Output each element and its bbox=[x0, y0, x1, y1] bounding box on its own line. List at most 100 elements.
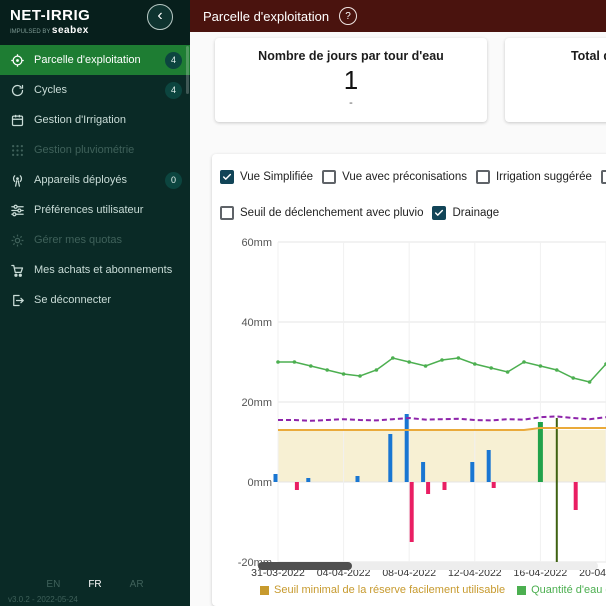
sidebar-item-label: Préférences utilisateur bbox=[34, 204, 144, 216]
language-fr[interactable]: FR bbox=[88, 579, 101, 590]
bar-barres-bleues bbox=[470, 462, 475, 482]
filter-row-2: Seuil de déclenchement avec pluvio Draina… bbox=[220, 204, 606, 222]
sidebar-item-label: Mes achats et abonnements bbox=[34, 264, 173, 276]
line-marker bbox=[571, 376, 575, 380]
antenna-icon bbox=[10, 173, 25, 188]
bar-barres-roses bbox=[294, 482, 299, 490]
checkbox-irrigation-suggeree[interactable]: Irrigation suggérée bbox=[475, 170, 592, 184]
bar-barres-bleues bbox=[404, 414, 409, 482]
bar-barre-verte bbox=[537, 422, 543, 482]
gear-icon bbox=[10, 233, 25, 248]
checkbox-box[interactable] bbox=[600, 170, 606, 184]
checkbox-vue-avec-preconisations[interactable]: Vue avec préconisations bbox=[322, 170, 467, 184]
checkbox-label: Irrigation suggérée bbox=[495, 171, 592, 183]
y-tick-label: 60mm bbox=[241, 238, 272, 249]
legend-swatch bbox=[517, 585, 527, 595]
app-version: v3.0.2 - 2022-05-24 bbox=[8, 595, 78, 604]
item-count-badge: 0 bbox=[165, 171, 182, 189]
line-marker bbox=[456, 356, 461, 360]
line-marker bbox=[341, 372, 346, 376]
line-marker bbox=[489, 366, 494, 370]
chart-panel: Vue Simplifiée Vue avec préconisations Irr… bbox=[212, 154, 606, 606]
y-tick-label: 40mm bbox=[241, 317, 272, 329]
sidebar-menu: Parcelle d'exploitation 4 Cycles 4 Gestion d… bbox=[0, 45, 190, 315]
grid-icon bbox=[10, 143, 25, 158]
line-marker bbox=[555, 368, 559, 372]
line-marker bbox=[309, 364, 313, 368]
chart-scrollbar[interactable] bbox=[258, 562, 598, 570]
line-marker bbox=[407, 360, 411, 364]
bar-barres-roses bbox=[442, 482, 447, 490]
y-tick-label: 20mm bbox=[241, 397, 272, 409]
sidebar-item-gerer-mes-quotas[interactable]: Gérer mes quotas bbox=[0, 225, 190, 255]
bar-barres-roses bbox=[426, 482, 431, 494]
sidebar-item-se-deconnecter[interactable]: Se déconnecter bbox=[0, 285, 190, 315]
checkbox-box[interactable] bbox=[220, 206, 234, 220]
page-title: Parcelle d'exploitation bbox=[203, 8, 330, 24]
sidebar-item-label: Cycles bbox=[34, 84, 68, 96]
chart-scrollbar-thumb[interactable] bbox=[258, 562, 352, 570]
sidebar-scrollbar[interactable] bbox=[186, 46, 189, 94]
help-icon[interactable]: ? bbox=[339, 7, 358, 25]
checkbox-evapotranspiration[interactable]: Évapotranspiration bbox=[600, 170, 606, 184]
checkbox-box[interactable] bbox=[475, 170, 490, 184]
checkbox-label: Seuil de déclenchement avec pluvio bbox=[240, 207, 424, 219]
sidebar-item-gestion-pluviometrie[interactable]: Gestion pluviométrie bbox=[0, 135, 190, 165]
stat-card-total-des-precipitations: Total des Précipitations 80.0- bbox=[505, 38, 606, 122]
checkbox-label: Vue avec préconisations bbox=[342, 171, 467, 183]
sidebar: NET-IRRIG IMPULSED BY seabex ‹ Parcelle … bbox=[0, 0, 190, 606]
checkbox-vue-simplifiee[interactable]: Vue Simplifiée bbox=[220, 170, 313, 184]
checkbox-label: Drainage bbox=[452, 207, 500, 219]
brand-tagline-prefix: IMPULSED BY bbox=[10, 29, 51, 35]
cart-icon bbox=[10, 263, 25, 278]
legend-swatch bbox=[260, 585, 269, 595]
checkbox-box[interactable] bbox=[432, 206, 447, 220]
line-marker bbox=[522, 360, 526, 364]
checkbox-label: Vue Simplifiée bbox=[240, 171, 314, 183]
line-marker bbox=[538, 364, 543, 368]
sidebar-item-label: Gérer mes quotas bbox=[34, 234, 123, 246]
line-marker bbox=[440, 358, 444, 362]
sidebar-collapse-button[interactable]: ‹ bbox=[147, 4, 173, 30]
line-marker bbox=[358, 374, 362, 378]
y-tick-label: 0mm bbox=[248, 477, 272, 489]
stat-cards: Nombre de jours par tour d'eau1-Total de… bbox=[215, 38, 606, 122]
calendar-icon bbox=[10, 113, 25, 128]
card-sub: - bbox=[349, 97, 353, 109]
brand-tagline-seabex: seabex bbox=[51, 25, 89, 36]
main-header: Parcelle d'exploitation ? bbox=[190, 0, 606, 32]
app-window: NET-IRRIG IMPULSED BY seabex ‹ Parcelle … bbox=[0, 0, 606, 606]
logout-icon bbox=[10, 293, 25, 308]
sidebar-brand: NET-IRRIG IMPULSED BY seabex ‹ bbox=[0, 0, 190, 45]
checkbox-drainage[interactable]: Drainage bbox=[432, 206, 499, 220]
stat-card-nombre-de-jours-par-tour-d-eau: Nombre de jours par tour d'eau 1 - bbox=[215, 38, 487, 122]
bar-barres-bleues bbox=[355, 476, 360, 482]
target-icon bbox=[10, 53, 25, 68]
checkbox-box[interactable] bbox=[220, 170, 234, 184]
sidebar-item-appareils-deployes[interactable]: Appareils déployés 0 bbox=[0, 165, 190, 195]
line-marker bbox=[374, 368, 379, 372]
sidebar-item-gestion-d-irrigation[interactable]: Gestion d'Irrigation bbox=[0, 105, 190, 135]
sidebar-item-parcelle-d-exploitation[interactable]: Parcelle d'exploitation 4 bbox=[0, 45, 190, 75]
sidebar-item-mes-achats-et-abonnements[interactable]: Mes achats et abonnements bbox=[0, 255, 190, 285]
checkbox-seuil-de-declenchement-avec-pluvio[interactable]: Seuil de déclenchement avec pluvio bbox=[220, 206, 423, 220]
sidebar-item-label: Se déconnecter bbox=[34, 294, 112, 306]
sidebar-item-preferences-utilisateur[interactable]: Préférences utilisateur bbox=[0, 195, 190, 225]
checkbox-box[interactable] bbox=[322, 170, 337, 184]
line-marker bbox=[473, 362, 477, 366]
line-marker bbox=[391, 356, 395, 360]
sidebar-item-cycles[interactable]: Cycles 4 bbox=[0, 75, 190, 105]
sidebar-item-label: Appareils déployés bbox=[34, 174, 127, 186]
bar-barres-roses bbox=[573, 482, 578, 510]
language-ar[interactable]: AR bbox=[130, 579, 144, 590]
sidebar-item-label: Gestion d'Irrigation bbox=[34, 114, 126, 126]
sliders-icon bbox=[10, 203, 25, 218]
item-count-badge: 4 bbox=[165, 81, 182, 99]
language-en[interactable]: EN bbox=[46, 579, 60, 590]
chevron-left-icon: ‹ bbox=[157, 7, 163, 24]
sidebar-item-label: Gestion pluviométrie bbox=[34, 144, 135, 156]
line-marker bbox=[292, 360, 297, 364]
card-sub: - bbox=[505, 97, 606, 109]
bar-barres-bleues bbox=[388, 434, 393, 482]
bar-barres-bleues bbox=[486, 450, 491, 482]
